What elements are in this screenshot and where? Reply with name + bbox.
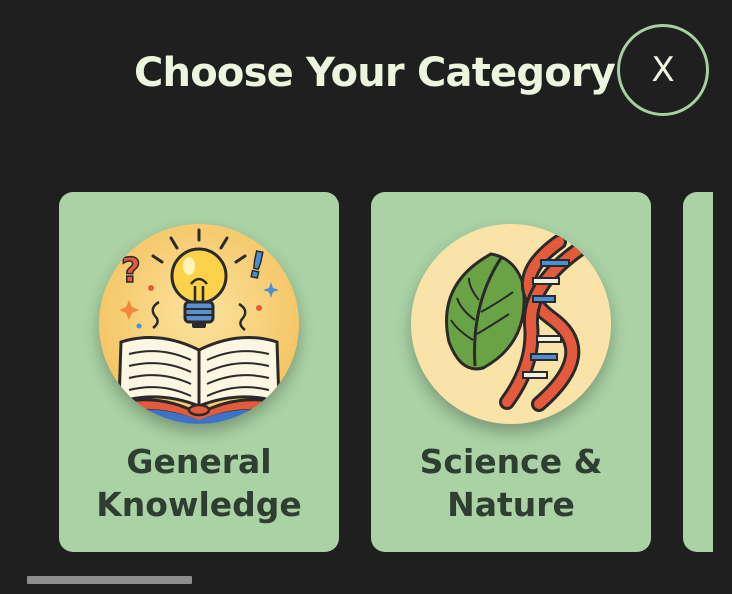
category-label: Science & Nature xyxy=(419,442,603,524)
page-title: Choose Your Category xyxy=(134,50,616,96)
leaf-dna-icon xyxy=(411,224,611,424)
category-card-general-knowledge[interactable]: ? ! General Knowledge xyxy=(59,192,339,552)
category-card-science-nature[interactable]: Science & Nature xyxy=(371,192,651,552)
svg-text:?: ? xyxy=(121,251,141,291)
scrollbar-thumb[interactable] xyxy=(27,576,192,584)
close-button[interactable]: X xyxy=(617,24,709,116)
category-card-partial[interactable] xyxy=(683,192,713,552)
category-screen: Choose Your Category X ? ! General Knowl… xyxy=(0,0,732,594)
category-label: General Knowledge xyxy=(96,442,302,524)
horizontal-scrollbar[interactable] xyxy=(27,576,717,584)
book-lightbulb-icon: ? ! xyxy=(99,224,299,424)
close-label: X xyxy=(651,50,675,90)
category-carousel[interactable]: ? ! General Knowledge Science & Nature xyxy=(0,192,713,552)
